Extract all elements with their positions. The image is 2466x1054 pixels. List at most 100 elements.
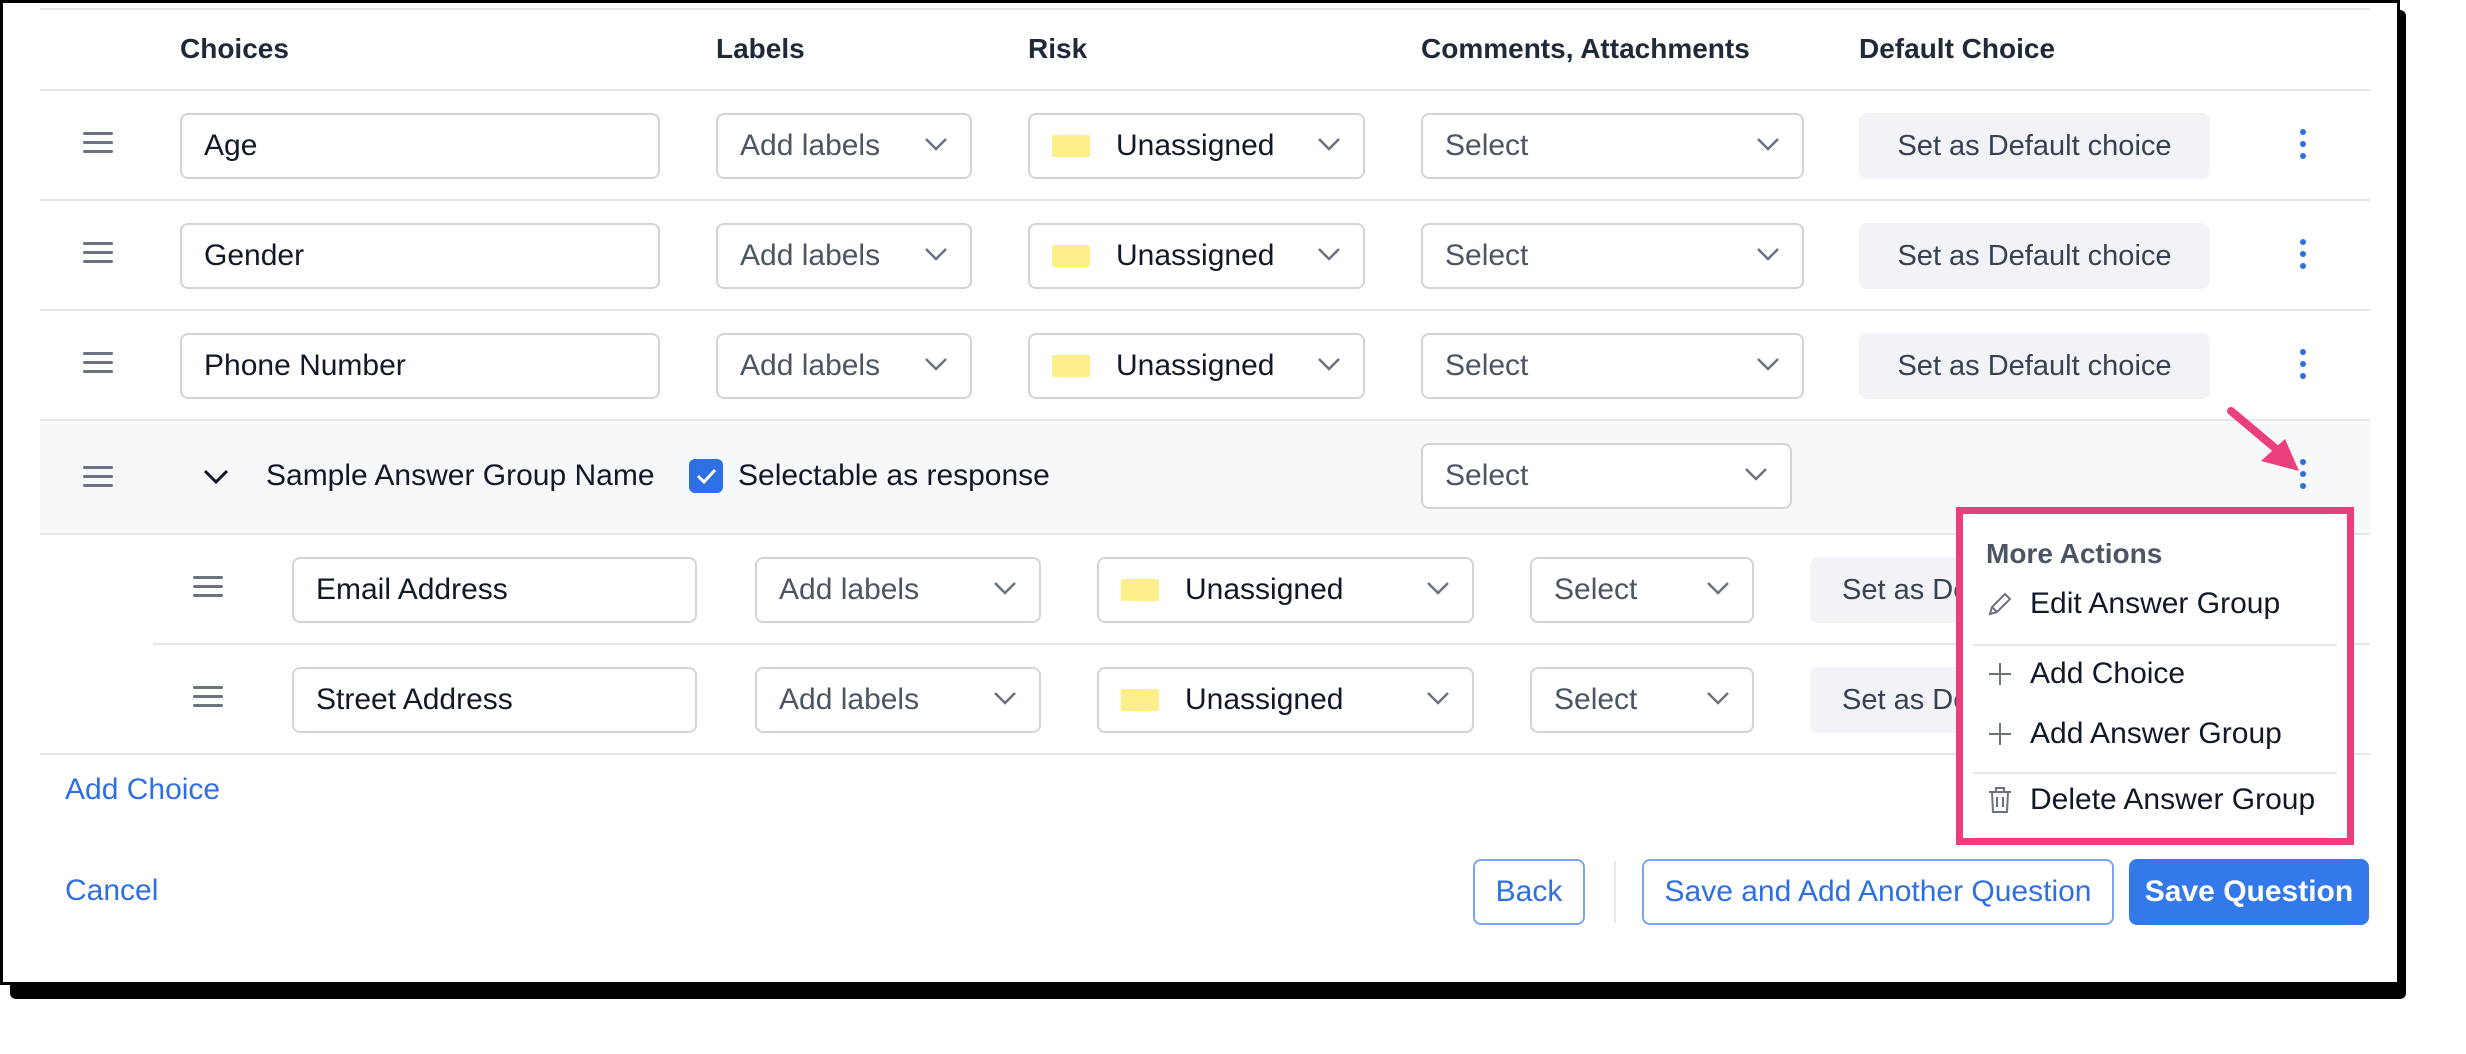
choice-name-input[interactable]: Gender bbox=[180, 223, 660, 289]
drag-handle-icon[interactable] bbox=[193, 576, 223, 598]
drag-handle-icon[interactable] bbox=[193, 686, 223, 708]
labels-dropdown[interactable]: Add labels bbox=[755, 557, 1041, 623]
set-default-button[interactable]: Set as Default choice bbox=[1859, 333, 2210, 399]
comments-dropdown[interactable]: Select bbox=[1530, 557, 1754, 623]
risk-swatch bbox=[1121, 579, 1159, 601]
selectable-label: Selectable as response bbox=[738, 459, 1050, 492]
comments-dropdown[interactable]: Select bbox=[1421, 333, 1804, 399]
comments-dropdown-value: Select bbox=[1554, 683, 1638, 716]
footer-divider bbox=[1614, 861, 1616, 923]
menu-title: More Actions bbox=[1986, 538, 2163, 569]
pencil-icon bbox=[1988, 592, 2012, 616]
chevron-down-icon bbox=[994, 692, 1016, 705]
choice-row: Phone Number Add labels Unassigned Selec… bbox=[3, 311, 2397, 419]
chevron-down-icon bbox=[1318, 138, 1340, 151]
risk-swatch bbox=[1052, 355, 1090, 377]
question-editor: Choices Labels Risk Comments, Attachment… bbox=[0, 0, 2400, 985]
risk-swatch bbox=[1121, 689, 1159, 711]
comments-dropdown[interactable]: Select bbox=[1421, 443, 1792, 509]
chevron-down-icon bbox=[1757, 358, 1779, 371]
comments-dropdown-value: Select bbox=[1445, 129, 1529, 162]
drag-handle-icon[interactable] bbox=[83, 352, 113, 374]
comments-dropdown-value: Select bbox=[1554, 573, 1638, 606]
menu-item-add-answer-group[interactable]: Add Answer Group bbox=[1986, 706, 2331, 762]
save-and-add-button[interactable]: Save and Add Another Question bbox=[1642, 859, 2114, 925]
comments-dropdown-value: Select bbox=[1445, 349, 1529, 382]
chevron-down-icon bbox=[925, 138, 947, 151]
labels-dropdown[interactable]: Add labels bbox=[716, 223, 972, 289]
chevron-down-icon bbox=[1318, 358, 1340, 371]
risk-dropdown[interactable]: Unassigned bbox=[1028, 223, 1365, 289]
comments-dropdown-value: Select bbox=[1445, 459, 1529, 492]
more-actions-icon[interactable] bbox=[2297, 129, 2309, 165]
chevron-down-icon bbox=[1318, 248, 1340, 261]
choice-name-input[interactable]: Phone Number bbox=[180, 333, 660, 399]
choice-row: Age Add labels Unassigned Select Set as … bbox=[3, 91, 2397, 199]
comments-dropdown[interactable]: Select bbox=[1421, 223, 1804, 289]
risk-dropdown[interactable]: Unassigned bbox=[1028, 113, 1365, 179]
risk-value: Unassigned bbox=[1116, 349, 1275, 382]
risk-dropdown[interactable]: Unassigned bbox=[1097, 667, 1474, 733]
selectable-checkbox[interactable] bbox=[689, 459, 723, 493]
set-default-button[interactable]: Set as Default choice bbox=[1859, 113, 2210, 179]
column-header-risk: Risk bbox=[1028, 33, 1088, 64]
column-header-labels: Labels bbox=[716, 33, 805, 64]
chevron-down-icon bbox=[1707, 692, 1729, 705]
chevron-down-icon bbox=[1427, 582, 1449, 595]
menu-item-label: Add Choice bbox=[2030, 657, 2186, 690]
drag-handle-icon[interactable] bbox=[83, 132, 113, 154]
risk-swatch bbox=[1052, 135, 1090, 157]
add-choice-link[interactable]: Add Choice bbox=[65, 773, 220, 807]
checkmark-icon bbox=[696, 468, 717, 485]
risk-value: Unassigned bbox=[1185, 683, 1344, 716]
column-header-default: Default Choice bbox=[1859, 33, 2056, 64]
more-actions-menu: More Actions Edit Answer Group Add Choic… bbox=[1956, 507, 2354, 845]
menu-item-delete-answer-group[interactable]: Delete Answer Group bbox=[1986, 772, 2331, 828]
column-header-comments: Comments, Attachments bbox=[1421, 33, 1750, 64]
collapse-chevron-icon[interactable] bbox=[202, 467, 230, 487]
labels-dropdown[interactable]: Add labels bbox=[755, 667, 1041, 733]
labels-dropdown[interactable]: Add labels bbox=[716, 333, 972, 399]
column-header-choices: Choices bbox=[180, 33, 289, 64]
save-question-button[interactable]: Save Question bbox=[2129, 859, 2369, 925]
choice-name-input[interactable]: Age bbox=[180, 113, 660, 179]
drag-handle-icon[interactable] bbox=[83, 466, 113, 488]
annotation-arrow-icon bbox=[2227, 407, 2299, 471]
chevron-down-icon bbox=[925, 358, 947, 371]
menu-item-label: Delete Answer Group bbox=[2030, 783, 2316, 816]
comments-dropdown-value: Select bbox=[1445, 239, 1529, 272]
top-divider bbox=[40, 8, 2370, 10]
answer-group-name: Sample Answer Group Name bbox=[266, 459, 655, 492]
labels-dropdown[interactable]: Add labels bbox=[716, 113, 972, 179]
drag-handle-icon[interactable] bbox=[83, 242, 113, 264]
set-default-button[interactable]: Set as Default choice bbox=[1859, 223, 2210, 289]
chevron-down-icon bbox=[994, 582, 1016, 595]
risk-value: Unassigned bbox=[1185, 573, 1344, 606]
chevron-down-icon bbox=[1757, 138, 1779, 151]
risk-dropdown[interactable]: Unassigned bbox=[1097, 557, 1474, 623]
choice-name-input[interactable]: Street Address bbox=[292, 667, 697, 733]
back-button[interactable]: Back bbox=[1473, 859, 1585, 925]
chevron-down-icon bbox=[1707, 582, 1729, 595]
labels-dropdown-value: Add labels bbox=[740, 129, 881, 162]
risk-dropdown[interactable]: Unassigned bbox=[1028, 333, 1365, 399]
risk-swatch bbox=[1052, 245, 1090, 267]
menu-item-label: Edit Answer Group bbox=[2030, 587, 2281, 620]
labels-dropdown-value: Add labels bbox=[740, 239, 881, 272]
labels-dropdown-value: Add labels bbox=[779, 573, 920, 606]
menu-item-add-choice[interactable]: Add Choice bbox=[1986, 646, 2331, 702]
menu-item-edit-answer-group[interactable]: Edit Answer Group bbox=[1986, 576, 2331, 632]
risk-value: Unassigned bbox=[1116, 129, 1275, 162]
comments-dropdown[interactable]: Select bbox=[1530, 667, 1754, 733]
choice-name-input[interactable]: Email Address bbox=[292, 557, 697, 623]
menu-item-label: Add Answer Group bbox=[2030, 717, 2282, 750]
chevron-down-icon bbox=[925, 248, 947, 261]
cancel-link[interactable]: Cancel bbox=[65, 874, 158, 908]
chevron-down-icon bbox=[1757, 248, 1779, 261]
more-actions-icon[interactable] bbox=[2297, 349, 2309, 385]
labels-dropdown-value: Add labels bbox=[740, 349, 881, 382]
comments-dropdown[interactable]: Select bbox=[1421, 113, 1804, 179]
more-actions-icon[interactable] bbox=[2297, 239, 2309, 275]
trash-icon bbox=[1989, 787, 2011, 813]
chevron-down-icon bbox=[1427, 692, 1449, 705]
